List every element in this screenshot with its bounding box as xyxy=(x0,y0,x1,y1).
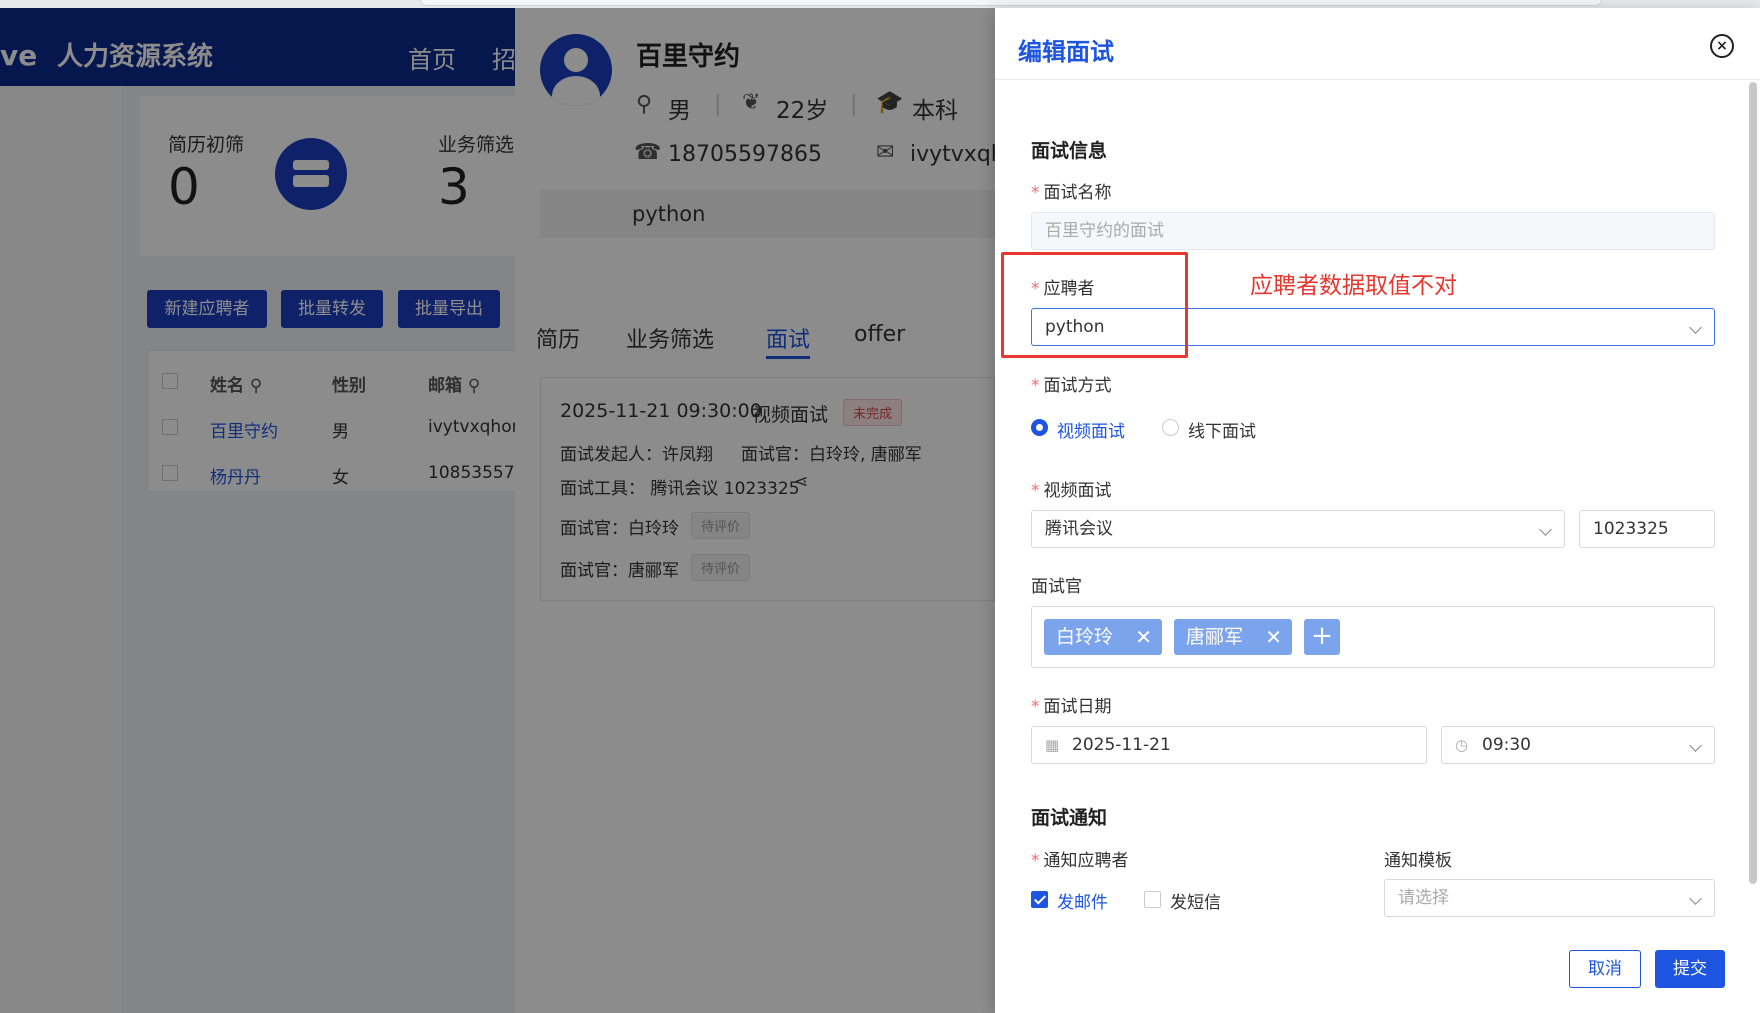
annotation-note: 应聘者数据取值不对 xyxy=(1250,273,1457,299)
checkbox-email[interactable] xyxy=(1031,891,1048,908)
interviewer-tag: 白玲玲 ✕ xyxy=(1044,619,1162,655)
drawer-title: 编辑面试 xyxy=(1018,38,1114,66)
interviewer-tag-label: 唐郦军 xyxy=(1186,626,1244,648)
radio-video[interactable] xyxy=(1031,419,1048,436)
field-label-date: * 面试日期 xyxy=(1031,697,1112,717)
clock-icon: ◷ xyxy=(1455,736,1469,754)
field-label-mode: * 面试方式 xyxy=(1031,376,1112,396)
submit-button[interactable]: 提交 xyxy=(1655,950,1725,988)
chevron-down-icon xyxy=(1689,321,1702,334)
meeting-id-input[interactable]: 1023325 xyxy=(1579,510,1715,548)
cancel-button[interactable]: 取消 xyxy=(1569,950,1641,988)
interviewer-tag-label: 白玲玲 xyxy=(1056,626,1114,648)
section-title-notice: 面试通知 xyxy=(1031,807,1108,829)
radio-offline[interactable] xyxy=(1162,419,1179,436)
field-label-notify: * 通知应聘者 xyxy=(1031,851,1129,871)
template-placeholder: 请选择 xyxy=(1398,888,1449,908)
checkbox-label-email[interactable]: 发邮件 xyxy=(1057,888,1108,913)
interviewer-tag: 唐郦军 ✕ xyxy=(1174,619,1292,655)
time-select[interactable]: ◷ 09:30 xyxy=(1441,726,1715,764)
video-tool-select[interactable]: 腾讯会议 xyxy=(1031,510,1565,548)
radio-label-video[interactable]: 视频面试 xyxy=(1057,417,1125,442)
field-label-video: * 视频面试 xyxy=(1031,481,1112,501)
checkbox-sms[interactable] xyxy=(1144,891,1161,908)
close-icon[interactable]: × xyxy=(1710,34,1734,58)
date-input[interactable]: ▦ 2025-11-21 xyxy=(1031,726,1427,764)
browser-top-strip xyxy=(0,0,1760,8)
time-value: 09:30 xyxy=(1482,735,1531,755)
close-icon[interactable]: ✕ xyxy=(1265,619,1282,655)
template-select[interactable]: 请选择 xyxy=(1384,879,1715,917)
video-tool-value: 腾讯会议 xyxy=(1045,519,1113,539)
annotation-highlight-box xyxy=(1001,252,1188,358)
close-icon[interactable]: ✕ xyxy=(1135,619,1152,655)
scrollbar[interactable] xyxy=(1749,82,1757,884)
field-label-interviewer: 面试官 xyxy=(1031,577,1082,597)
calendar-icon: ▦ xyxy=(1045,736,1060,754)
chevron-down-icon xyxy=(1689,739,1702,752)
add-interviewer-button[interactable]: + xyxy=(1304,619,1340,655)
date-value: 2025-11-21 xyxy=(1072,735,1171,755)
modal-mask[interactable] xyxy=(0,0,995,1013)
section-title-info: 面试信息 xyxy=(1031,140,1108,162)
interview-name-input[interactable]: 百里守约的面试 xyxy=(1031,212,1715,250)
field-label-template: 通知模板 xyxy=(1384,851,1452,871)
chevron-down-icon xyxy=(1539,523,1552,536)
radio-label-offline[interactable]: 线下面试 xyxy=(1188,417,1256,442)
chevron-down-icon xyxy=(1689,892,1702,905)
field-label-name: * 面试名称 xyxy=(1031,183,1112,203)
checkbox-label-sms[interactable]: 发短信 xyxy=(1170,888,1221,913)
